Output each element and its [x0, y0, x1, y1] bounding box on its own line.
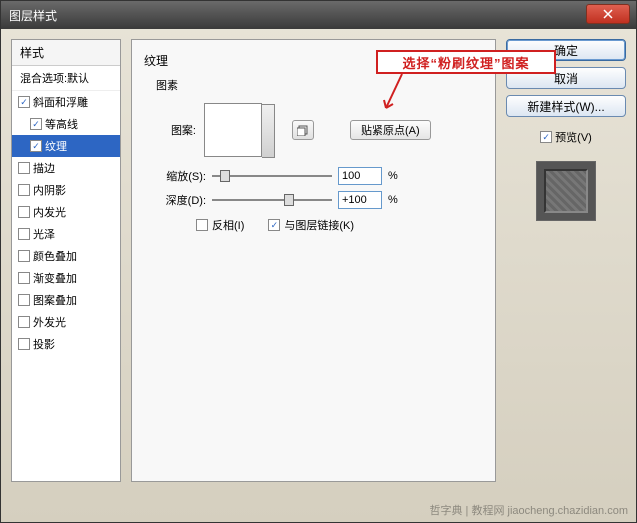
- depth-row: 深度(D): %: [156, 191, 483, 209]
- scale-input[interactable]: [338, 167, 382, 185]
- texture-settings-panel: 纹理 选择“粉刷纹理”图案 图素 图案: 贴紧原点(A) 缩放(S):: [131, 39, 496, 482]
- styles-header[interactable]: 样式: [12, 40, 120, 66]
- checkbox-icon[interactable]: [18, 338, 30, 350]
- slider-track: [212, 199, 332, 201]
- dialog-content: 样式 混合选项:默认 斜面和浮雕 等高线 纹理 描边 内阴影 内发光 光泽 颜色…: [1, 29, 636, 492]
- pattern-picker[interactable]: [204, 103, 262, 157]
- new-preset-icon: [297, 124, 309, 136]
- link-layer-label: 与图层链接(K): [284, 217, 354, 233]
- percent-label: %: [388, 194, 398, 206]
- checkbox-icon[interactable]: [18, 294, 30, 306]
- percent-label: %: [388, 170, 398, 182]
- style-inner-shadow[interactable]: 内阴影: [12, 179, 120, 201]
- checkbox-icon[interactable]: [18, 162, 30, 174]
- style-inner-glow[interactable]: 内发光: [12, 201, 120, 223]
- scale-label: 缩放(S):: [156, 168, 206, 184]
- pattern-section-title: 图素: [156, 77, 483, 93]
- checkbox-icon[interactable]: [18, 272, 30, 284]
- snap-origin-button[interactable]: 贴紧原点(A): [350, 120, 431, 140]
- watermark: 哲字典 | 教程网 jiaocheng.chazidian.com: [430, 502, 629, 518]
- close-button[interactable]: [586, 4, 630, 24]
- checkbox-icon[interactable]: [30, 140, 42, 152]
- style-contour[interactable]: 等高线: [12, 113, 120, 135]
- checkbox-icon[interactable]: [18, 228, 30, 240]
- titlebar: 图层样式: [1, 1, 636, 29]
- preview-check-row: 预览(V): [506, 129, 626, 145]
- pattern-row: 图案: 贴紧原点(A): [156, 103, 483, 157]
- annotation-arrow-icon: [382, 72, 412, 112]
- slider-thumb[interactable]: [220, 170, 230, 182]
- preview-checkbox[interactable]: [540, 131, 552, 143]
- checkbox-icon[interactable]: [18, 250, 30, 262]
- preview-label: 预览(V): [555, 129, 592, 145]
- layer-style-dialog: 图层样式 样式 混合选项:默认 斜面和浮雕 等高线 纹理 描边 内阴影 内发光 …: [0, 0, 637, 523]
- close-icon: [603, 9, 613, 19]
- styles-list-panel: 样式 混合选项:默认 斜面和浮雕 等高线 纹理 描边 内阴影 内发光 光泽 颜色…: [11, 39, 121, 482]
- scale-row: 缩放(S): %: [156, 167, 483, 185]
- link-layer-checkbox[interactable]: [268, 219, 280, 231]
- style-bevel-emboss[interactable]: 斜面和浮雕: [12, 91, 120, 113]
- depth-input[interactable]: [338, 191, 382, 209]
- style-gradient-overlay[interactable]: 渐变叠加: [12, 267, 120, 289]
- checkbox-icon[interactable]: [30, 118, 42, 130]
- style-drop-shadow[interactable]: 投影: [12, 333, 120, 355]
- annotation-callout: 选择“粉刷纹理”图案: [376, 50, 556, 74]
- style-texture[interactable]: 纹理: [12, 135, 120, 157]
- checkbox-icon[interactable]: [18, 96, 30, 108]
- window-title: 图层样式: [9, 7, 57, 24]
- checkbox-icon[interactable]: [18, 316, 30, 328]
- invert-checkbox[interactable]: [196, 219, 208, 231]
- new-preset-button[interactable]: [292, 120, 314, 140]
- depth-label: 深度(D):: [156, 192, 206, 208]
- checkbox-row: 反相(I) 与图层链接(K): [196, 217, 483, 233]
- slider-track: [212, 175, 332, 177]
- scale-slider[interactable]: [212, 170, 332, 182]
- style-satin[interactable]: 光泽: [12, 223, 120, 245]
- style-outer-glow[interactable]: 外发光: [12, 311, 120, 333]
- style-stroke[interactable]: 描边: [12, 157, 120, 179]
- pattern-subgroup: 图素 图案: 贴紧原点(A) 缩放(S):: [156, 77, 483, 233]
- pattern-label: 图案:: [156, 122, 196, 138]
- blend-options[interactable]: 混合选项:默认: [12, 66, 120, 91]
- style-color-overlay[interactable]: 颜色叠加: [12, 245, 120, 267]
- invert-label: 反相(I): [212, 217, 244, 233]
- checkbox-icon[interactable]: [18, 206, 30, 218]
- depth-slider[interactable]: [212, 194, 332, 206]
- slider-thumb[interactable]: [284, 194, 294, 206]
- new-style-button[interactable]: 新建样式(W)...: [506, 95, 626, 117]
- preview-swatch-inner: [544, 169, 588, 213]
- preview-swatch: [536, 161, 596, 221]
- style-pattern-overlay[interactable]: 图案叠加: [12, 289, 120, 311]
- checkbox-icon[interactable]: [18, 184, 30, 196]
- action-panel: 确定 取消 新建样式(W)... 预览(V): [506, 39, 626, 482]
